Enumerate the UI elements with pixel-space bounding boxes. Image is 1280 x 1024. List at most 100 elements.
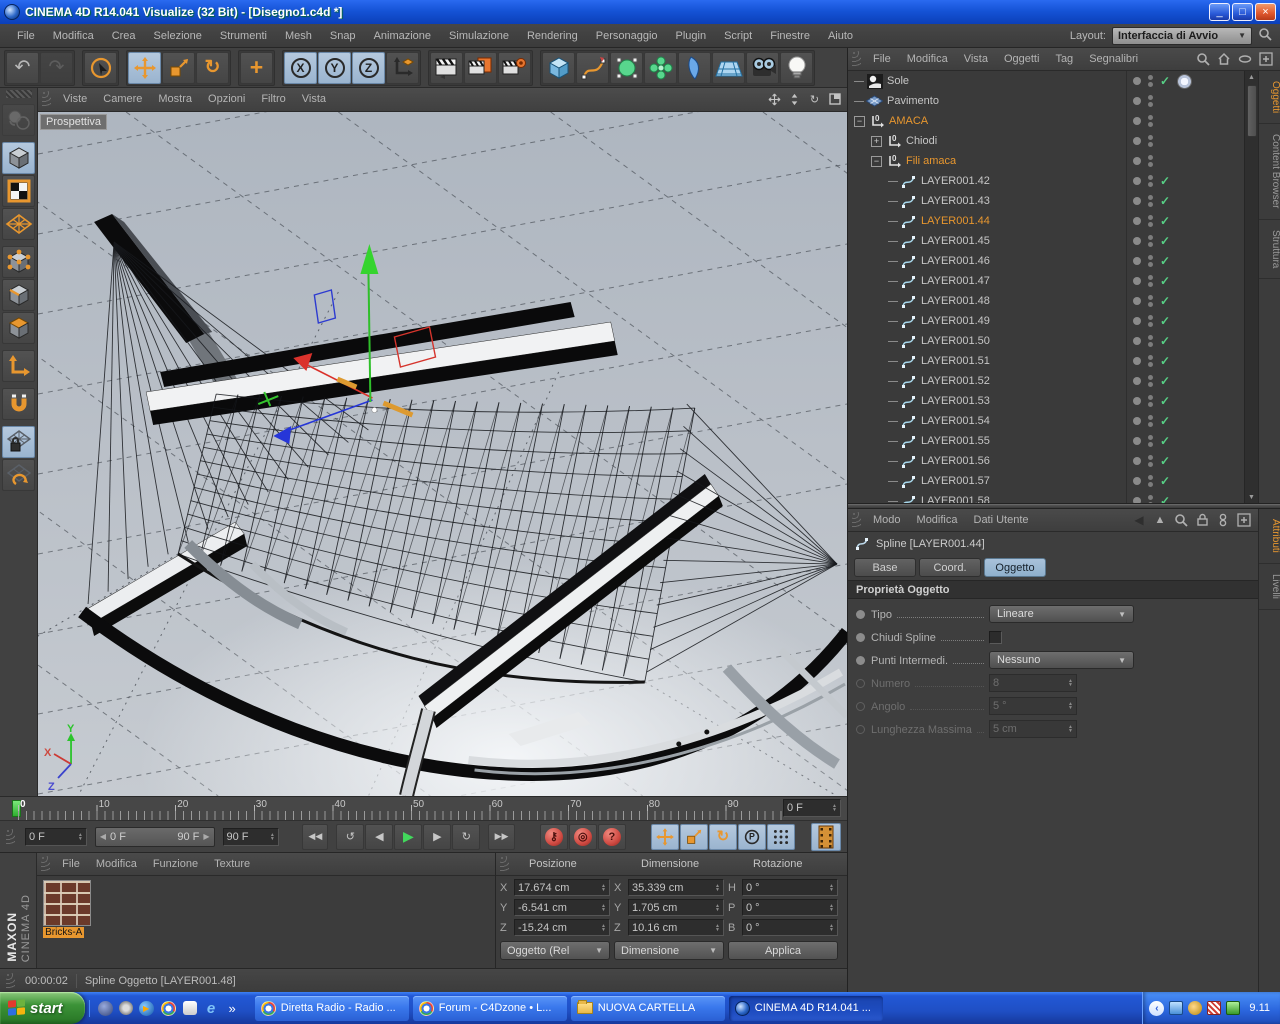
object-menu-segnalibri[interactable]: Segnalibri: [1081, 50, 1146, 68]
move-tool-button[interactable]: [128, 51, 161, 84]
material-menu-file[interactable]: File: [54, 855, 88, 873]
spinner-arrows-icon[interactable]: ▲ ▼: [832, 804, 837, 813]
spinner-arrows-icon[interactable]: ▲ ▼: [1068, 702, 1073, 711]
layer-dot-icon[interactable]: [1133, 457, 1141, 465]
current-frame-field[interactable]: 0 F ▲ ▼: [783, 799, 841, 817]
visibility-dots-icon[interactable]: [1148, 315, 1153, 327]
autokey-button[interactable]: ◎: [568, 823, 597, 850]
object-menu-oggetti[interactable]: Oggetti: [996, 50, 1047, 68]
visibility-dots-icon[interactable]: [1148, 175, 1153, 187]
task-button[interactable]: NUOVA CARTELLA: [570, 995, 725, 1021]
coordinate-posizione-x-field[interactable]: 17.674 cm ▲ ▼: [514, 879, 610, 896]
key-rotation-button[interactable]: ↻: [709, 823, 738, 850]
animation-dot-icon[interactable]: [856, 678, 865, 688]
lock-z-axis-button[interactable]: Z: [352, 51, 385, 84]
object-row[interactable]: − 0 Fili amaca: [848, 151, 1244, 171]
previous-frame-button[interactable]: ◀: [365, 823, 394, 850]
spinner-arrows-icon[interactable]: ▲ ▼: [829, 923, 834, 932]
search-icon[interactable]: [1258, 27, 1272, 44]
menu-modifica[interactable]: Modifica: [44, 27, 103, 45]
lock-x-axis-button[interactable]: X: [284, 51, 317, 84]
visibility-dots-icon[interactable]: [1148, 415, 1153, 427]
menu-personaggio[interactable]: Personaggio: [587, 27, 667, 45]
viewport-menu-mostra[interactable]: Mostra: [150, 90, 200, 108]
coordinate-dimensione-z-field[interactable]: 10.16 cm ▲ ▼: [628, 919, 724, 936]
enable-check-icon[interactable]: ✓: [1160, 74, 1170, 88]
enable-check-icon[interactable]: ✓: [1160, 434, 1170, 448]
visibility-dots-icon[interactable]: [1148, 395, 1153, 407]
viewport-menu-vista[interactable]: Vista: [294, 90, 334, 108]
tab-oggetto[interactable]: Oggetto: [984, 558, 1046, 577]
enable-check-icon[interactable]: ✓: [1160, 174, 1170, 188]
attribute-menu-dati-utente[interactable]: Dati Utente: [966, 511, 1037, 529]
history-back-icon[interactable]: ◀: [1131, 512, 1147, 528]
object-name[interactable]: LAYER001.54: [921, 415, 990, 427]
layer-dot-icon[interactable]: [1133, 117, 1141, 125]
workplane-lock-button[interactable]: [2, 426, 35, 458]
object-row[interactable]: LAYER001.47 ✓: [848, 271, 1244, 291]
search-icon[interactable]: [1173, 512, 1189, 528]
generators-button[interactable]: [610, 51, 643, 84]
material-menu-funzione[interactable]: Funzione: [145, 855, 206, 873]
menu-animazione[interactable]: Animazione: [365, 27, 440, 45]
keyframe-help-button[interactable]: ?: [597, 823, 626, 850]
preview-range-slider[interactable]: ◀ 0 F 90 F ▶: [94, 826, 215, 847]
layer-dot-icon[interactable]: [1133, 237, 1141, 245]
end-frame-field[interactable]: 90 F ▲ ▼: [222, 827, 279, 846]
layer-dot-icon[interactable]: [1133, 297, 1141, 305]
layer-dot-icon[interactable]: [1133, 77, 1141, 85]
object-axis-mode-button[interactable]: [2, 350, 35, 382]
lunghezza-massima-field[interactable]: 5 cm ▲ ▼: [989, 720, 1077, 738]
menu-strumenti[interactable]: Strumenti: [211, 27, 276, 45]
task-button[interactable]: CINEMA 4D R14.041 ...: [728, 995, 883, 1021]
layer-dot-icon[interactable]: [1133, 417, 1141, 425]
keyframe-selection-button[interactable]: [811, 822, 842, 851]
menu-rendering[interactable]: Rendering: [518, 27, 587, 45]
workplane-mode-button[interactable]: [2, 459, 35, 491]
chiudi-spline-checkbox[interactable]: [989, 630, 1002, 644]
layer-dot-icon[interactable]: [1133, 257, 1141, 265]
object-name[interactable]: LAYER001.47: [921, 275, 990, 287]
panel-grip[interactable]: [6, 972, 15, 989]
start-button[interactable]: start: [0, 992, 85, 1024]
coordinate-rotazione-b-field[interactable]: 0 ° ▲ ▼: [742, 919, 838, 936]
layer-dot-icon[interactable]: [1133, 277, 1141, 285]
viewport-menu-opzioni[interactable]: Opzioni: [200, 90, 253, 108]
record-keyframe-button[interactable]: ⚷: [539, 823, 568, 850]
object-name[interactable]: Fili amaca: [906, 155, 956, 167]
menu-simulazione[interactable]: Simulazione: [440, 27, 518, 45]
side-tab-oggetti[interactable]: Oggetti: [1259, 71, 1280, 125]
lock-y-axis-button[interactable]: Y: [318, 51, 351, 84]
enable-check-icon[interactable]: ✓: [1160, 294, 1170, 308]
snap-settings-button[interactable]: [2, 388, 35, 420]
live-selection-button[interactable]: [84, 51, 117, 84]
object-name[interactable]: LAYER001.48: [921, 295, 990, 307]
visibility-dots-icon[interactable]: [1148, 135, 1153, 147]
play-forwards-button[interactable]: ▶: [394, 823, 423, 850]
spinner-arrows-icon[interactable]: ▲ ▼: [601, 923, 606, 932]
coordinate-rotazione-p-field[interactable]: 0 ° ▲ ▼: [742, 899, 838, 916]
collapse-icon[interactable]: −: [854, 115, 865, 127]
polygons-mode-button[interactable]: [2, 312, 35, 344]
object-name[interactable]: LAYER001.57: [921, 475, 990, 487]
object-row[interactable]: Pavimento: [848, 91, 1244, 111]
layer-dot-icon[interactable]: [1133, 157, 1141, 165]
panel-grip[interactable]: [500, 856, 509, 872]
object-name[interactable]: LAYER001.42: [921, 175, 990, 187]
angolo-field[interactable]: 5 ° ▲ ▼: [989, 697, 1077, 715]
edges-mode-button[interactable]: [2, 279, 35, 311]
menu-snap[interactable]: Snap: [321, 27, 365, 45]
object-name[interactable]: LAYER001.46: [921, 255, 990, 267]
layer-dot-icon[interactable]: [1133, 477, 1141, 485]
key-parameter-button[interactable]: P: [738, 823, 767, 850]
layer-dot-icon[interactable]: [1133, 357, 1141, 365]
side-tab-struttura[interactable]: Struttura: [1259, 220, 1280, 280]
volume-tray-icon[interactable]: [1188, 1001, 1203, 1015]
object-row[interactable]: LAYER001.49 ✓: [848, 311, 1244, 331]
key-scale-button[interactable]: [680, 823, 709, 850]
tray-collapse-icon[interactable]: ‹: [1149, 1000, 1165, 1016]
timeline-ruler[interactable]: 0 10 20 30 40 50 60 70 80 90 0 F ▲ ▼: [0, 796, 847, 820]
animation-dot-icon[interactable]: [856, 724, 865, 734]
chrome-icon[interactable]: [160, 1000, 177, 1017]
coordinate-dimensione-x-field[interactable]: 35.339 cm ▲ ▼: [628, 879, 724, 896]
